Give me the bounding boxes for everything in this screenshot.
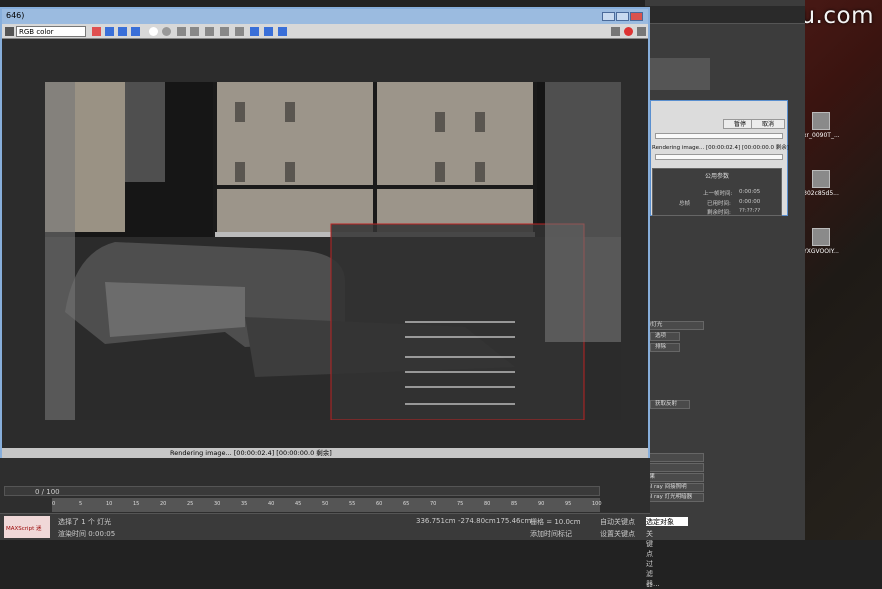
channel-select[interactable]: RGB color	[16, 26, 86, 37]
progress-text: Rendering image... [00:00:02.4] [00:00:0…	[652, 145, 789, 151]
timeline-tick: 5	[79, 501, 83, 507]
z-coord[interactable]: 175.46cm	[496, 517, 531, 525]
timeline-tick: 65	[403, 501, 410, 507]
file-icon	[812, 170, 830, 188]
maxscript-listener[interactable]: MAXScript 迷	[4, 516, 50, 538]
y-coord[interactable]: -274.80cm	[458, 517, 496, 525]
mono-icon[interactable]	[162, 27, 171, 36]
timeline-tick: 0	[52, 501, 56, 507]
lens-icon[interactable]	[264, 27, 273, 36]
timeline-tick: 35	[241, 501, 248, 507]
setkey-button[interactable]: 设置关键点	[600, 529, 635, 539]
max-menu-bar	[645, 6, 805, 24]
rollout-row[interactable]: 获取反射	[650, 400, 690, 409]
timeline-tick: 45	[295, 501, 302, 507]
panel-title: 公用参数	[704, 173, 729, 180]
timeline-tick: 55	[349, 501, 356, 507]
time-slider[interactable]: 0 / 100	[4, 486, 600, 496]
total-label: 总帧	[679, 201, 691, 207]
region-icon[interactable]	[250, 27, 259, 36]
red-channel-icon[interactable]	[105, 27, 114, 36]
timeline-tick: 25	[187, 501, 194, 507]
file-icon	[812, 228, 830, 246]
progress-bar	[655, 154, 783, 160]
blue-channel-icon[interactable]	[131, 27, 140, 36]
minimize-button[interactable]	[602, 12, 615, 21]
timeline-tick: 70	[430, 501, 437, 507]
desktop-icon[interactable]: YXGVOOIY...	[803, 228, 839, 255]
maximize-button[interactable]	[616, 12, 629, 21]
color-icon[interactable]	[92, 27, 101, 36]
cancel-button[interactable]: 取消	[751, 119, 785, 129]
frame-buffer-window: 646) RGB color Rendering image... [00:00…	[0, 7, 650, 460]
timeline-tick: 10	[106, 501, 113, 507]
stop-render-icon[interactable]	[624, 27, 633, 36]
close-button[interactable]	[630, 12, 643, 21]
panel-tabs[interactable]	[650, 58, 710, 90]
desktop-icon[interactable]: 302c85d5...	[803, 170, 839, 197]
copy-icon[interactable]	[190, 27, 199, 36]
autokey-button[interactable]: 自动关键点	[600, 517, 635, 527]
timeline-tick: 100	[592, 501, 602, 507]
timeline-tick: 15	[133, 501, 140, 507]
render-last-icon[interactable]	[637, 27, 646, 36]
key-filters-button[interactable]: 关键点过滤器...	[646, 529, 660, 589]
timeline-ruler[interactable]: 0 5 10 15 20 25 30 35 40 45 50 55 60 65 70 75 80 85 90 95 10…	[52, 498, 602, 512]
rollout-row[interactable]: 排除	[650, 343, 680, 352]
selection-set-select[interactable]: 选定对象	[646, 517, 688, 526]
clear-icon[interactable]	[205, 27, 214, 36]
history-icon[interactable]	[235, 27, 244, 36]
render-canvas	[45, 82, 621, 420]
x-coord[interactable]: 336.751cm	[416, 517, 456, 525]
desktop-icon[interactable]: xr_0090T_...	[803, 112, 840, 139]
lut-icon[interactable]	[278, 27, 287, 36]
menu-icon[interactable]	[5, 27, 14, 36]
timeline-tick: 20	[160, 501, 167, 507]
render-time-text: 渲染时间 0:00:05	[58, 530, 116, 538]
timeline-tick: 90	[538, 501, 545, 507]
timeline-tick: 50	[322, 501, 329, 507]
status-bar: MAXScript 迷 选择了 1 个 灯光 渲染时间 0:00:05 336.…	[0, 513, 688, 588]
save-icon[interactable]	[177, 27, 186, 36]
file-icon	[812, 112, 830, 130]
render-icon[interactable]	[611, 27, 620, 36]
timeline-tick: 85	[511, 501, 518, 507]
timeline-tick: 40	[268, 501, 275, 507]
timeline-tick: 95	[565, 501, 572, 507]
alpha-icon[interactable]	[149, 27, 158, 36]
progress-bar	[655, 133, 783, 139]
add-time-tag[interactable]: 添加时间标记	[530, 529, 572, 539]
green-channel-icon[interactable]	[118, 27, 127, 36]
selection-text: 选择了 1 个 灯光	[58, 518, 112, 526]
rollout-row[interactable]: 选项	[650, 332, 680, 341]
timeline-tick: 80	[484, 501, 491, 507]
common-params-panel: 公用参数 总帧 上一帧时间: 0:00:05 已用时间: 0:00:00 剩余时间:…	[652, 168, 782, 216]
track-mouse-icon[interactable]	[220, 27, 229, 36]
timeline-tick: 60	[376, 501, 383, 507]
timeline-tick: 30	[214, 501, 221, 507]
rendered-image	[45, 82, 621, 420]
grid-text: 栅格 = 10.0cm	[530, 518, 581, 526]
timeline-tick: 75	[457, 501, 464, 507]
window-title: 646)	[2, 9, 648, 24]
